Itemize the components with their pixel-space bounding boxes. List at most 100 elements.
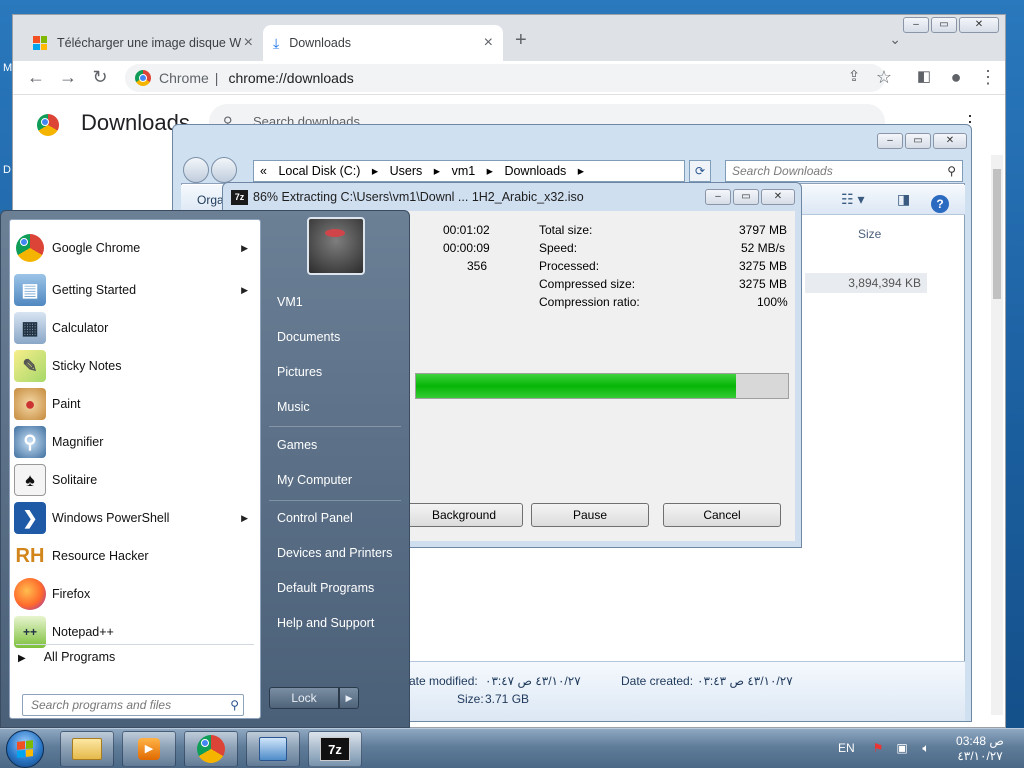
file-row-size[interactable]: 3,894,394 KB <box>805 273 927 293</box>
language-indicator[interactable]: EN <box>838 741 855 755</box>
program-getting-started[interactable]: ▤ Getting Started ▶ <box>10 272 260 308</box>
dialog-title: 86% Extracting C:\Users\vm1\Downl ... 1H… <box>253 190 584 204</box>
user-folder-link[interactable]: VM1 <box>277 295 303 309</box>
breadcrumb-sep[interactable]: ▸ <box>372 164 378 178</box>
program-label: Firefox <box>52 587 91 601</box>
maximize-button[interactable]: ▭ <box>905 133 931 149</box>
breadcrumb-sep[interactable]: ▸ <box>487 164 493 178</box>
breadcrumb-sep[interactable]: ▸ <box>434 164 440 178</box>
taskbar-media-player[interactable]: ▶ <box>122 731 176 767</box>
minimize-button[interactable]: – <box>877 133 903 149</box>
close-button[interactable]: ✕ <box>761 189 795 205</box>
submenu-arrow-icon: ▶ <box>241 284 248 295</box>
pictures-link[interactable]: Pictures <box>277 365 322 379</box>
preview-pane-icon[interactable]: ◨ <box>897 191 910 208</box>
help-icon[interactable]: ? <box>931 195 949 213</box>
breadcrumb[interactable]: « Local Disk (C:) ▸ Users ▸ vm1 ▸ Downlo… <box>253 160 685 182</box>
address-bar[interactable]: Chrome | chrome://downloads <box>125 64 885 92</box>
close-button[interactable]: ✕ <box>959 17 999 33</box>
new-tab-button[interactable]: + <box>515 29 527 52</box>
program-calculator[interactable]: ▦ Calculator <box>10 310 260 346</box>
side-panel-icon[interactable]: ◧ <box>913 67 935 85</box>
action-center-flag-icon[interactable]: ⚑ <box>870 741 886 757</box>
desktop-icon-label[interactable]: M <box>3 62 12 74</box>
explorer-search-input[interactable]: Search Downloads ⚲ <box>725 160 963 182</box>
taskbar-control-panel[interactable] <box>246 731 300 767</box>
breadcrumb-overflow[interactable]: « <box>260 164 267 178</box>
maximize-button[interactable]: ▭ <box>931 17 957 33</box>
taskbar-7zip[interactable]: 7z <box>308 731 362 767</box>
control-panel-link[interactable]: Control Panel <box>277 511 353 525</box>
user-picture[interactable] <box>307 217 365 275</box>
scrollbar[interactable] <box>991 155 1003 715</box>
stat-label: Compressed size: <box>539 277 636 291</box>
close-button[interactable]: ✕ <box>933 133 967 149</box>
minimize-button[interactable]: – <box>903 17 929 33</box>
tab-downloads[interactable]: ⤓ Downloads × <box>263 25 503 61</box>
breadcrumb-sep[interactable]: ▸ <box>578 164 584 178</box>
profile-icon[interactable]: ● <box>945 67 967 88</box>
taskbar-chrome[interactable] <box>184 731 238 767</box>
cancel-button[interactable]: Cancel <box>663 503 781 527</box>
help-support-link[interactable]: Help and Support <box>277 616 374 630</box>
refresh-icon[interactable]: ⟳ <box>689 160 711 182</box>
default-programs-link[interactable]: Default Programs <box>277 581 374 595</box>
documents-link[interactable]: Documents <box>277 330 340 344</box>
program-magnifier[interactable]: ⚲ Magnifier <box>10 424 260 460</box>
close-tab-icon[interactable]: × <box>244 34 253 52</box>
devices-printers-link[interactable]: Devices and Printers <box>277 546 392 560</box>
program-windows-powershell[interactable]: ❯ Windows PowerShell ▶ <box>10 500 260 536</box>
program-sticky-notes[interactable]: ✎ Sticky Notes <box>10 348 260 384</box>
scrollbar-thumb[interactable] <box>993 169 1001 299</box>
program-google-chrome[interactable]: Google Chrome ▶ <box>10 230 260 266</box>
back-icon[interactable]: ← <box>25 67 47 88</box>
column-header-size[interactable]: Size <box>858 227 881 241</box>
menu-icon[interactable]: ⋮ <box>977 67 999 88</box>
tab-label: Downloads <box>289 36 352 50</box>
pause-button[interactable]: Pause <box>531 503 649 527</box>
window-controls: – ▭ ✕ <box>903 17 999 33</box>
tab-microsoft[interactable]: Télécharger une image disque W × <box>23 25 263 61</box>
start-search-input[interactable]: Search programs and files ⚲ <box>22 694 244 716</box>
bookmark-star-icon[interactable]: ☆ <box>873 67 895 88</box>
breadcrumb-item[interactable]: vm1 <box>452 164 476 178</box>
stat-label: Total size: <box>539 223 593 237</box>
games-link[interactable]: Games <box>277 438 317 452</box>
breadcrumb-item[interactable]: Downloads <box>504 164 566 178</box>
volume-icon[interactable]: 🔈︎ <box>918 741 934 757</box>
getting-started-icon: ▤ <box>14 274 46 306</box>
taskbar-explorer[interactable] <box>60 731 114 767</box>
maximize-button[interactable]: ▭ <box>733 189 759 205</box>
all-programs-label: All Programs <box>43 650 116 664</box>
clock-time: 03:48 ص <box>956 734 1004 748</box>
all-programs-button[interactable]: ▶ All Programs <box>18 650 115 664</box>
view-options-icon[interactable]: ☷ ▾ <box>841 191 864 208</box>
7zip-icon: 7z <box>231 190 248 205</box>
network-icon[interactable]: ▣ <box>894 741 910 757</box>
submenu-arrow-icon: ▶ <box>241 242 248 253</box>
program-firefox[interactable]: Firefox <box>10 576 260 612</box>
program-solitaire[interactable]: ♠ Solitaire <box>10 462 260 498</box>
reload-icon[interactable]: ↻ <box>89 67 111 88</box>
music-link[interactable]: Music <box>277 400 310 414</box>
lock-button[interactable]: Lock <box>269 687 339 709</box>
clock[interactable]: 03:48 ص ٤٣/١٠/٢٧ <box>952 734 1008 764</box>
program-paint[interactable]: ● Paint <box>10 386 260 422</box>
back-button[interactable] <box>183 157 209 183</box>
tab-search-chevron-icon[interactable]: ⌄ <box>889 31 901 48</box>
shutdown-options-chevron-icon[interactable]: ▶ <box>339 687 359 709</box>
minimize-button[interactable]: – <box>705 189 731 205</box>
chrome-icon <box>135 70 151 86</box>
breadcrumb-item[interactable]: Local Disk (C:) <box>278 164 360 178</box>
computer-link[interactable]: My Computer <box>277 473 352 487</box>
organize-button[interactable]: Orga <box>197 193 224 207</box>
start-button[interactable] <box>6 730 44 768</box>
background-button[interactable]: Background <box>405 503 523 527</box>
share-icon[interactable]: ⇪ <box>843 67 865 85</box>
close-tab-icon[interactable]: × <box>484 34 493 52</box>
forward-button[interactable] <box>211 157 237 183</box>
desktop-icon-label[interactable]: D <box>3 164 11 176</box>
program-resource-hacker[interactable]: RH Resource Hacker <box>10 538 260 574</box>
forward-icon[interactable]: → <box>57 67 79 88</box>
breadcrumb-item[interactable]: Users <box>390 164 423 178</box>
